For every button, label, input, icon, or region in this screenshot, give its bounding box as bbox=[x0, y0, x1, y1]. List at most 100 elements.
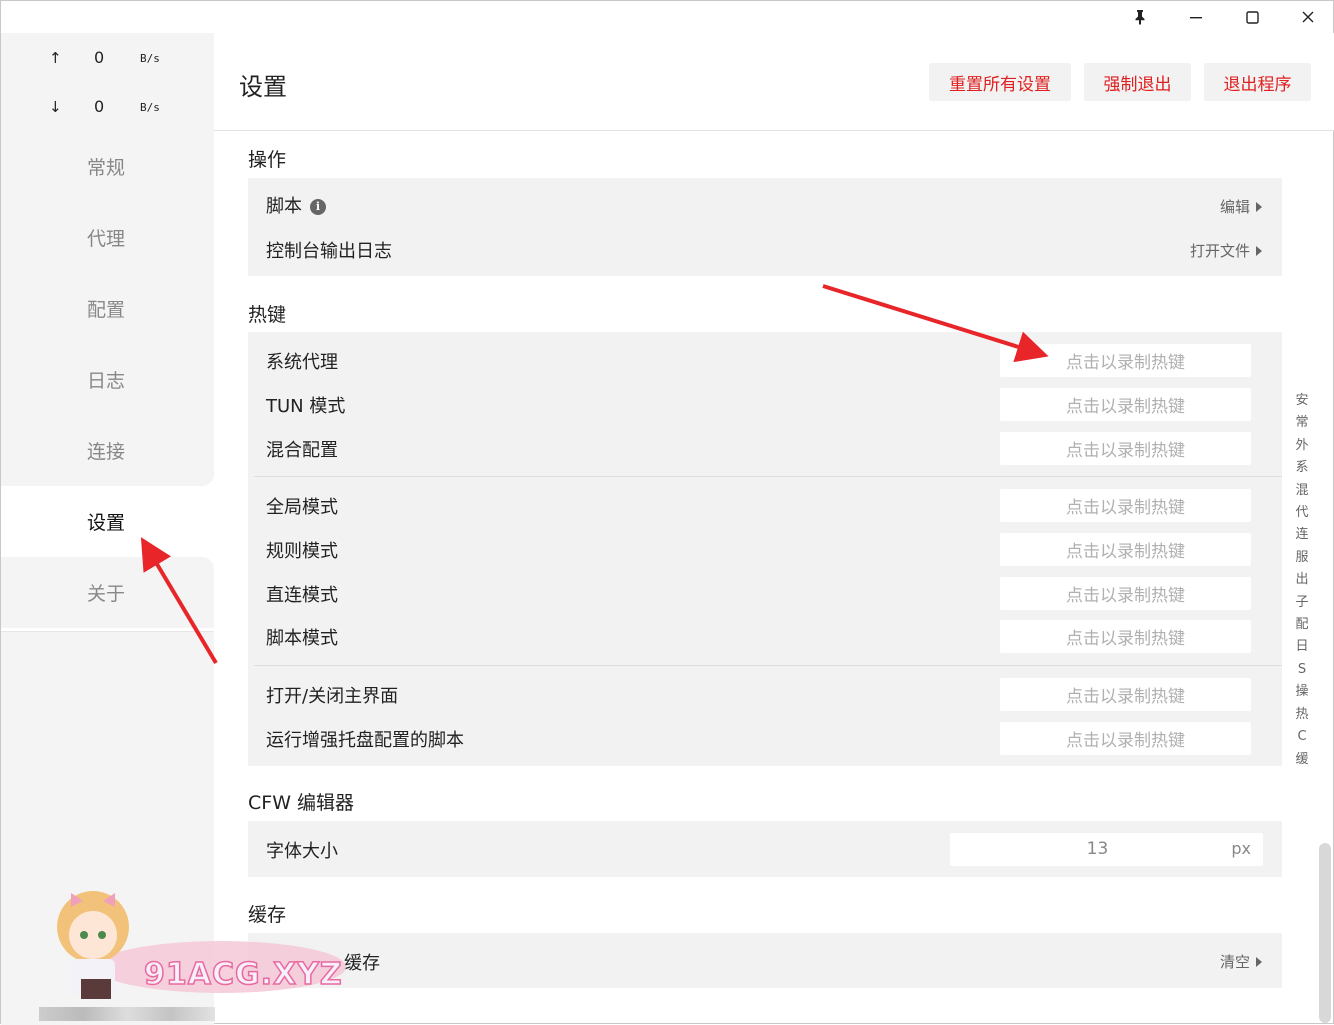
title-bar bbox=[1, 1, 1334, 33]
info-icon[interactable]: i bbox=[310, 198, 326, 215]
editor-panel: 字体大小 13 px bbox=[248, 821, 1282, 877]
hotkey-input[interactable]: 点击以录制热键 bbox=[1000, 489, 1251, 522]
caret-right-icon bbox=[1256, 956, 1262, 967]
section-index-item[interactable]: 连 bbox=[1293, 524, 1311, 546]
sidebar-item-proxies[interactable]: 代理 bbox=[1, 202, 214, 273]
traffic-monitor: ↑ 0 B/s ↓ 0 B/s bbox=[1, 33, 214, 131]
sidebar-item-label: 连接 bbox=[87, 441, 126, 463]
hotkey-label: 脚本模式 bbox=[266, 628, 338, 649]
script-edit-link[interactable]: 编辑 bbox=[1220, 196, 1262, 217]
close-icon[interactable] bbox=[1285, 1, 1331, 33]
hotkey-label: 全局模式 bbox=[266, 497, 338, 518]
script-label: 脚本 i bbox=[266, 192, 326, 218]
caret-right-icon bbox=[1256, 201, 1262, 212]
sidebar-item-label: 配置 bbox=[87, 299, 126, 321]
page-title: 设置 bbox=[239, 73, 287, 101]
watermark: 91ACG.XYZ bbox=[31, 879, 351, 1009]
hotkey-label: 规则模式 bbox=[266, 541, 338, 562]
upload-arrow-icon: ↑ bbox=[49, 49, 62, 67]
sidebar-item-label: 日志 bbox=[87, 370, 126, 392]
font-size-value: 13 bbox=[1086, 839, 1109, 859]
hotkey-input[interactable]: 点击以录制热键 bbox=[1000, 388, 1251, 421]
pin-icon[interactable] bbox=[1117, 1, 1163, 33]
section-index-item[interactable]: 日 bbox=[1293, 636, 1311, 658]
sidebar-nav: 常规 代理 配置 日志 连接 设置 关于 bbox=[1, 131, 214, 631]
page-header: 设置 重置所有设置 强制退出 退出程序 bbox=[214, 33, 1334, 131]
hotkey-label: TUN 模式 bbox=[266, 396, 346, 417]
sidebar-item-about[interactable]: 关于 bbox=[1, 557, 214, 628]
hotkey-input[interactable]: 点击以录制热键 bbox=[1000, 344, 1251, 377]
sidebar-item-profiles[interactable]: 配置 bbox=[1, 273, 214, 344]
divider bbox=[254, 665, 1282, 666]
hotkey-input[interactable]: 点击以录制热键 bbox=[1000, 722, 1251, 755]
upload-value: 0 bbox=[94, 48, 105, 67]
sidebar-item-label: 设置 bbox=[87, 512, 126, 534]
sidebar-item-settings[interactable]: 设置 bbox=[1, 486, 214, 557]
section-index-item[interactable]: 服 bbox=[1293, 547, 1311, 569]
font-size-unit: px bbox=[1231, 839, 1251, 858]
section-index-item[interactable]: 安 bbox=[1293, 390, 1311, 412]
download-value: 0 bbox=[94, 97, 105, 116]
hotkey-label: 运行增强托盘配置的脚本 bbox=[266, 730, 464, 751]
font-size-input[interactable]: 13 px bbox=[950, 833, 1263, 866]
section-index-item[interactable]: 常 bbox=[1293, 412, 1311, 434]
section-title-editor: CFW 编辑器 bbox=[248, 792, 355, 814]
section-index-item[interactable]: 子 bbox=[1293, 592, 1311, 614]
hotkey-input[interactable]: 点击以录制热键 bbox=[1000, 678, 1251, 711]
scrollbar-thumb[interactable] bbox=[1319, 843, 1331, 1023]
section-index-item[interactable]: 热 bbox=[1293, 704, 1311, 726]
hotkey-input[interactable]: 点击以录制热键 bbox=[1000, 577, 1251, 610]
hotkeys-panel: 系统代理 点击以录制热键 TUN 模式 点击以录制热键 混合配置 点击以录制热键… bbox=[248, 332, 1282, 766]
script-edit-label: 编辑 bbox=[1219, 198, 1250, 216]
section-index[interactable]: 安常外系混代连服出子配日S操热C缓 bbox=[1293, 390, 1311, 771]
download-speed: ↓ 0 B/s bbox=[1, 96, 214, 120]
hotkey-input[interactable]: 点击以录制热键 bbox=[1000, 533, 1251, 566]
section-index-item[interactable]: 操 bbox=[1293, 681, 1311, 703]
download-arrow-icon: ↓ bbox=[49, 98, 62, 116]
reset-settings-button[interactable]: 重置所有设置 bbox=[929, 63, 1071, 101]
section-index-item[interactable]: 混 bbox=[1293, 480, 1311, 502]
quit-button[interactable]: 退出程序 bbox=[1204, 63, 1311, 101]
sidebar-item-label: 常规 bbox=[87, 157, 126, 179]
section-index-item[interactable]: 外 bbox=[1293, 435, 1311, 457]
sidebar-item-label: 代理 bbox=[87, 228, 126, 250]
section-index-item[interactable]: 系 bbox=[1293, 457, 1311, 479]
hotkey-label: 打开/关闭主界面 bbox=[266, 686, 399, 707]
section-index-item[interactable]: 出 bbox=[1293, 569, 1311, 591]
open-file-link[interactable]: 打开文件 bbox=[1190, 240, 1262, 261]
minimize-icon[interactable] bbox=[1173, 1, 1219, 33]
cache-panel: 缓存 清空 bbox=[248, 933, 1282, 988]
sidebar-item-connections[interactable]: 连接 bbox=[1, 415, 214, 486]
caret-right-icon bbox=[1256, 245, 1262, 256]
section-index-item[interactable]: 缓 bbox=[1293, 749, 1311, 771]
hotkey-input[interactable]: 点击以录制热键 bbox=[1000, 620, 1251, 653]
watermark-text: 91ACG.XYZ bbox=[143, 956, 343, 993]
maximize-icon[interactable] bbox=[1229, 1, 1275, 33]
section-title-hotkeys: 热键 bbox=[248, 304, 287, 326]
hotkey-label: 混合配置 bbox=[266, 440, 338, 461]
sidebar-item-logs[interactable]: 日志 bbox=[1, 344, 214, 415]
hotkey-label: 系统代理 bbox=[266, 352, 338, 373]
font-size-label: 字体大小 bbox=[266, 841, 338, 862]
clear-cache-label: 清空 bbox=[1219, 953, 1250, 971]
sidebar-item-general[interactable]: 常规 bbox=[1, 131, 214, 202]
divider bbox=[254, 476, 1282, 477]
download-unit: B/s bbox=[140, 101, 160, 114]
clear-cache-link[interactable]: 清空 bbox=[1220, 951, 1262, 972]
sidebar: ↑ 0 B/s ↓ 0 B/s 常规 代理 配置 日志 连接 设置 关于 bbox=[1, 33, 214, 1025]
section-index-item[interactable]: 代 bbox=[1293, 502, 1311, 524]
section-index-item[interactable]: 配 bbox=[1293, 614, 1311, 636]
settings-content: 操作 脚本 i 编辑 控制台输出日志 打开文件 热键 系统代理 点击以录制热键 T… bbox=[214, 132, 1320, 1025]
section-index-item[interactable]: S bbox=[1293, 659, 1311, 681]
operations-panel: 脚本 i 编辑 控制台输出日志 打开文件 bbox=[248, 178, 1282, 276]
app-window: ↑ 0 B/s ↓ 0 B/s 常规 代理 配置 日志 连接 设置 关于 设置 … bbox=[0, 0, 1334, 1025]
sidebar-item-label: 关于 bbox=[87, 583, 126, 605]
section-title-operations: 操作 bbox=[248, 149, 287, 171]
hotkey-input[interactable]: 点击以录制热键 bbox=[1000, 432, 1251, 465]
hotkey-label: 直连模式 bbox=[266, 585, 338, 606]
upload-unit: B/s bbox=[140, 52, 160, 65]
blurred-strip bbox=[39, 1007, 215, 1021]
section-index-item[interactable]: C bbox=[1293, 726, 1311, 748]
console-log-label: 控制台输出日志 bbox=[266, 241, 392, 262]
force-quit-button[interactable]: 强制退出 bbox=[1084, 63, 1191, 101]
